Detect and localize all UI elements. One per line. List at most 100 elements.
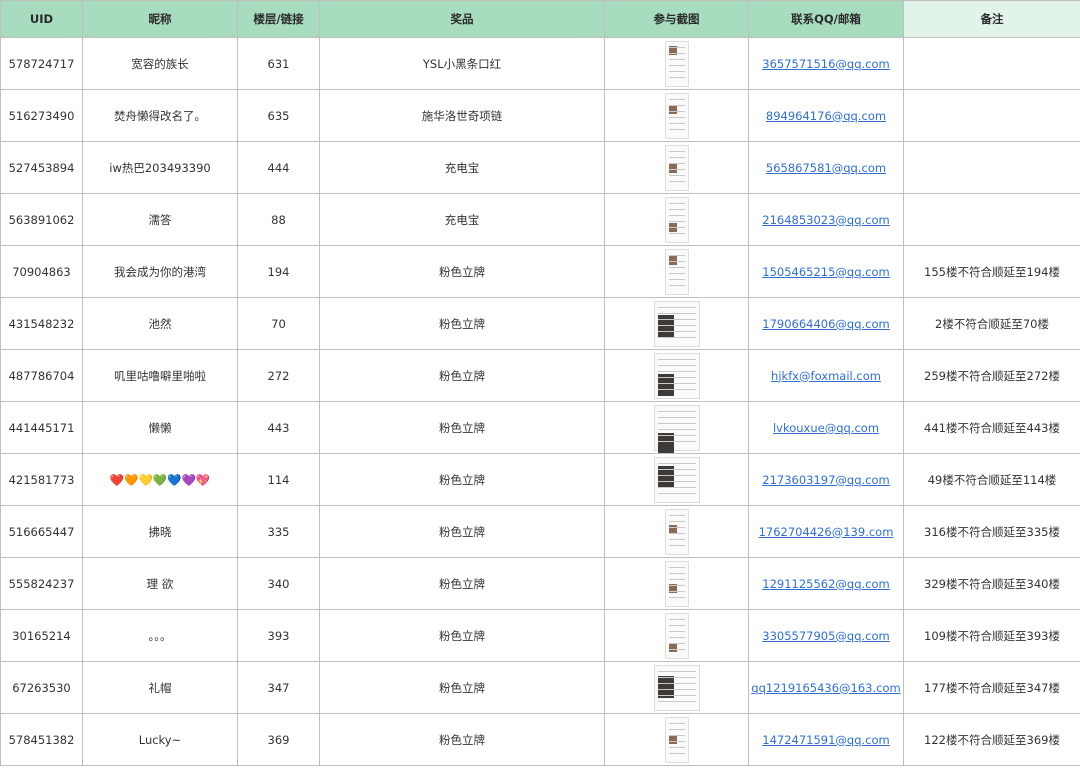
table-row: 516273490 焚舟懒得改名了。 635 施华洛世奇项链 894964176… xyxy=(0,89,1080,142)
table-row: 421581773 ❤️🧡💛💚💙💜💖 114 粉色立牌 2173603197@q… xyxy=(0,453,1080,506)
cell-prize: 施华洛世奇项链 xyxy=(319,89,605,142)
screenshot-text-line xyxy=(657,700,696,702)
contact-email-link[interactable]: 1762704426@139.com xyxy=(759,525,894,539)
screenshot-text-line xyxy=(668,514,685,516)
screenshot-photo xyxy=(668,734,677,744)
screenshot-text-line xyxy=(668,642,685,644)
screenshot-text-line xyxy=(668,104,685,106)
cell-floor: 340 xyxy=(237,557,320,610)
screenshot-text-line xyxy=(657,694,696,696)
cell-floor: 347 xyxy=(237,661,320,714)
screenshot-text-line xyxy=(668,618,685,620)
screenshot-thumbnail-icon[interactable] xyxy=(664,612,689,659)
contact-email-link[interactable]: lvkouxue@qq.com xyxy=(773,421,879,435)
cell-nickname: 叽里咕噜噼里啪啦 xyxy=(82,349,238,402)
cell-prize: 粉色立牌 xyxy=(319,245,605,298)
screenshot-text-line xyxy=(668,64,685,66)
screenshot-thumbnail-icon[interactable] xyxy=(653,456,700,503)
cell-screenshot xyxy=(604,661,749,714)
screenshot-thumbnail-icon[interactable] xyxy=(653,300,700,347)
header-row: UID 昵称 楼层/链接 奖品 参与截图 联系QQ/邮箱 备注 xyxy=(0,0,1080,38)
screenshot-text-line xyxy=(668,208,685,210)
cell-nickname: Lucky~ xyxy=(82,713,238,766)
contact-email-link[interactable]: 1505465215@qq.com xyxy=(762,265,889,279)
header-screenshot: 参与截图 xyxy=(604,0,749,38)
table-row: 441445171 懒懒 443 粉色立牌 lvkouxue@qq.com 44… xyxy=(0,401,1080,454)
screenshot-thumbnail-icon[interactable] xyxy=(664,196,689,243)
screenshot-thumbnail-icon[interactable] xyxy=(664,560,689,607)
screenshot-text-line xyxy=(657,416,696,418)
cell-uid: 431548232 xyxy=(0,297,83,350)
screenshot-text-line xyxy=(657,388,696,390)
contact-email-link[interactable]: 894964176@qq.com xyxy=(766,109,886,123)
screenshot-thumbnail-icon[interactable] xyxy=(653,352,700,399)
screenshot-thumbnail-icon[interactable] xyxy=(664,248,689,295)
screenshot-text-line xyxy=(668,596,685,598)
cell-contact: hjkfx@foxmail.com xyxy=(748,349,904,402)
contact-email-link[interactable]: 1790664406@qq.com xyxy=(762,317,889,331)
screenshot-text-line xyxy=(668,728,685,730)
screenshot-text-line xyxy=(668,202,685,204)
contact-email-link[interactable]: 2164853023@qq.com xyxy=(762,213,889,227)
cell-floor: 369 xyxy=(237,713,320,766)
screenshot-text-line xyxy=(668,150,685,152)
screenshot-text-line xyxy=(668,722,685,724)
screenshot-text-line xyxy=(668,214,685,216)
screenshot-text-line xyxy=(657,324,696,326)
cell-screenshot xyxy=(604,401,749,454)
cell-screenshot xyxy=(604,557,749,610)
table-row: 487786704 叽里咕噜噼里啪啦 272 粉色立牌 hjkfx@foxmai… xyxy=(0,349,1080,402)
screenshot-thumbnail-icon[interactable] xyxy=(664,40,689,87)
screenshot-text-line xyxy=(668,648,685,650)
table-row: 516665447 拂晓 335 粉色立牌 1762704426@139.com… xyxy=(0,505,1080,558)
screenshot-text-line xyxy=(668,260,685,262)
cell-floor: 443 xyxy=(237,401,320,454)
screenshot-text-line xyxy=(668,226,685,228)
cell-screenshot xyxy=(604,453,749,506)
cell-screenshot xyxy=(604,505,749,558)
contact-email-link[interactable]: 1472471591@qq.com xyxy=(762,733,889,747)
contact-email-link[interactable]: 3305577905@qq.com xyxy=(762,629,889,643)
screenshot-text-line xyxy=(657,434,696,436)
screenshot-text-line xyxy=(668,584,685,586)
cell-floor: 88 xyxy=(237,193,320,246)
cell-contact: qq1219165436@163.com xyxy=(748,661,904,714)
contact-email-link[interactable]: qq1219165436@163.com xyxy=(751,681,900,695)
cell-screenshot xyxy=(604,349,749,402)
contact-email-link[interactable]: 1291125562@qq.com xyxy=(762,577,889,591)
screenshot-thumbnail-icon[interactable] xyxy=(664,144,689,191)
screenshot-thumbnail-icon[interactable] xyxy=(664,716,689,763)
cell-uid: 421581773 xyxy=(0,453,83,506)
cell-note: 316楼不符合顺延至335楼 xyxy=(903,505,1080,558)
cell-nickname: 礼帽 xyxy=(82,661,238,714)
cell-uid: 563891062 xyxy=(0,193,83,246)
table-header: UID 昵称 楼层/链接 奖品 参与截图 联系QQ/邮箱 备注 xyxy=(0,0,1080,38)
header-prize: 奖品 xyxy=(319,0,605,38)
contact-email-link[interactable]: 3657571516@qq.com xyxy=(762,57,889,71)
cell-prize: 粉色立牌 xyxy=(319,505,605,558)
table-row: 527453894 iw热巴203493390 444 充电宝 56586758… xyxy=(0,141,1080,194)
contact-email-link[interactable]: 2173603197@qq.com xyxy=(762,473,889,487)
screenshot-text-line xyxy=(657,462,696,464)
cell-screenshot xyxy=(604,609,749,662)
cell-contact: 3305577905@qq.com xyxy=(748,609,904,662)
cell-nickname: 我会成为你的港湾 xyxy=(82,245,238,298)
screenshot-text-line xyxy=(668,740,685,742)
contact-email-link[interactable]: 565867581@qq.com xyxy=(766,161,886,175)
screenshot-thumbnail-icon[interactable] xyxy=(653,404,700,453)
screenshot-thumbnail-icon[interactable] xyxy=(664,92,689,139)
screenshot-thumbnail-icon[interactable] xyxy=(653,664,700,711)
screenshot-thumbnail-icon[interactable] xyxy=(664,508,689,555)
screenshot-photo xyxy=(668,642,677,652)
screenshot-text-line xyxy=(668,174,685,176)
cell-uid: 487786704 xyxy=(0,349,83,402)
table-row: 578724717 宽容的族长 631 YSL小黑条口红 3657571516@… xyxy=(0,37,1080,90)
screenshot-text-line xyxy=(668,116,685,118)
screenshot-text-line xyxy=(668,168,685,170)
cell-prize: 充电宝 xyxy=(319,193,605,246)
screenshot-text-line xyxy=(668,110,685,112)
contact-email-link[interactable]: hjkfx@foxmail.com xyxy=(771,369,881,383)
cell-uid: 70904863 xyxy=(0,245,83,298)
cell-uid: 527453894 xyxy=(0,141,83,194)
cell-uid: 441445171 xyxy=(0,401,83,454)
